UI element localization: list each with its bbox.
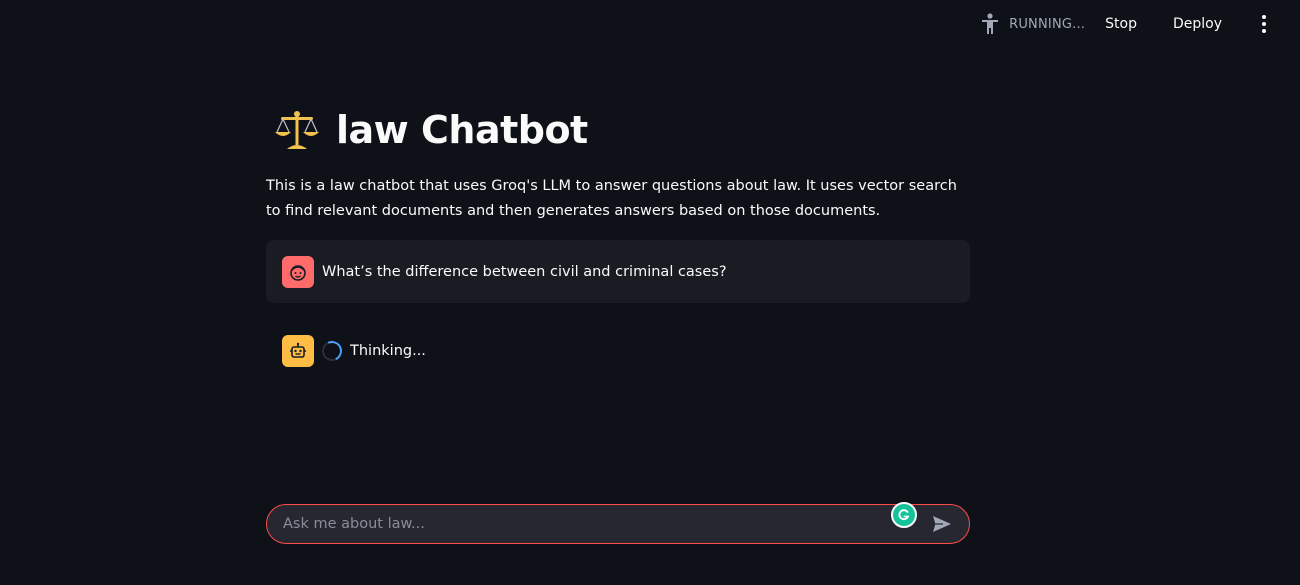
app-root: RUNNING... Stop Deploy law Chatbot This … — [0, 0, 1300, 585]
running-status: RUNNING... — [979, 12, 1085, 36]
chat-input[interactable] — [283, 505, 929, 543]
page-header: law Chatbot — [272, 104, 970, 156]
top-toolbar: RUNNING... Stop Deploy — [979, 0, 1300, 48]
stop-button[interactable]: Stop — [1105, 10, 1137, 38]
main-column: law Chatbot This is a law chatbot that u… — [266, 104, 970, 383]
robot-icon — [282, 335, 314, 367]
chat-input-container — [266, 502, 970, 544]
grammarly-icon[interactable] — [891, 502, 917, 528]
chat-message-assistant: Thinking... — [266, 319, 970, 383]
balance-scale-icon — [272, 105, 322, 155]
user-face-icon — [282, 255, 314, 288]
send-icon[interactable] — [929, 511, 955, 537]
running-status-text: RUNNING... — [1009, 16, 1086, 32]
running-person-icon — [979, 12, 1001, 36]
user-message-text: What’s the difference between civil and … — [322, 263, 727, 280]
loading-spinner-icon — [319, 338, 345, 364]
page-title: law Chatbot — [336, 108, 588, 152]
thinking-text: Thinking... — [350, 343, 426, 359]
deploy-button[interactable]: Deploy — [1173, 10, 1222, 38]
more-vertical-icon[interactable] — [1258, 11, 1270, 37]
chat-message-user: What’s the difference between civil and … — [266, 240, 970, 303]
page-description: This is a law chatbot that uses Groq's L… — [266, 178, 957, 219]
